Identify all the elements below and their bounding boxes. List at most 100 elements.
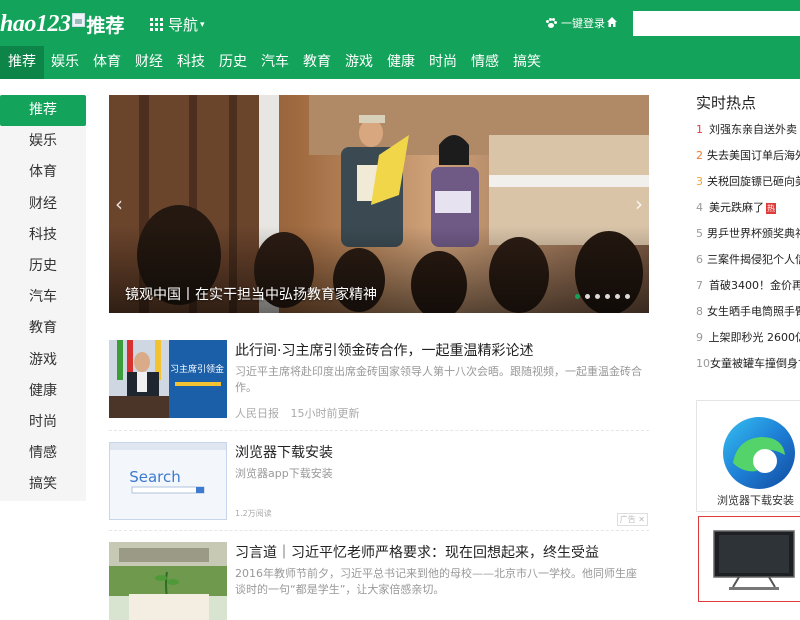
sidebar-item-sports[interactable]: 体育 [0,157,86,188]
hot-item[interactable]: 8女生晒手电筒照手臂 [696,301,800,327]
hot-rank: 6 [696,249,707,275]
tv-ad-card[interactable] [698,516,800,602]
carousel-caption[interactable]: 镜观中国丨在实干担当中弘扬教育家精神 [125,284,377,304]
browser-ad-card[interactable]: 浏览器下载安装 [696,400,800,512]
tab-emotion[interactable]: 情感 [464,46,506,79]
hot-list: 1刘强东亲自送外卖 2失去美国订单后海外 3关税回旋镖已砸向美 4美元跌麻了热 … [696,119,800,379]
tab-recommend[interactable]: 推荐 [0,46,44,79]
hot-rank: 9 [696,327,709,353]
sidebar-item-fashion[interactable]: 时尚 [0,407,86,438]
news-thumbnail: 习主席引领金 [109,340,227,418]
feed-summary: 习近平主席将赴印度出席金砖国家领导人第十八次会晤。跟随视频，一起重温金砖合作。 [235,364,645,396]
broken-image-icon [72,13,85,27]
hot-rank: 10 [696,353,710,379]
feed-meta: 人民日报 15小时前更新 [235,405,360,421]
sidebar-item-funny[interactable]: 搞笑 [0,469,86,500]
hot-item[interactable]: 2失去美国订单后海外 [696,145,800,171]
nav-menu-toggle[interactable]: 导航 ▾ [150,14,205,35]
carousel-photo [109,95,649,313]
sidebar-item-history[interactable]: 历史 [0,251,86,282]
hot-rank: 5 [696,223,707,249]
sidebar-item-tech[interactable]: 科技 [0,220,86,251]
nav-toggle-label: 导航 [168,14,198,35]
tab-tech[interactable]: 科技 [170,46,212,79]
hot-item[interactable]: 6三案件揭侵犯个人信 [696,249,800,275]
hot-rank: 2 [696,145,707,171]
hot-rank: 3 [696,171,707,197]
feed-summary: 2016年教师节前夕，习近平总书记来到他的母校——北京市八一学校。他同师生座谈时… [235,566,645,598]
carousel-prev-button[interactable]: ‹ [109,185,129,223]
hot-text: 女生晒手电筒照手臂 [707,301,800,327]
carousel-indicator [575,294,630,299]
hot-item[interactable]: 10女童被罐车撞倒身亡 [696,353,800,379]
carousel-dot[interactable] [625,294,630,299]
hot-item[interactable]: 3关税回旋镖已砸向美 [696,171,800,197]
feed-divider [109,530,649,531]
hot-text: 美元跌麻了 [709,197,764,223]
hot-rank: 1 [696,119,709,145]
hot-item[interactable]: 1刘强东亲自送外卖 [696,119,800,145]
carousel-next-button[interactable]: › [629,185,649,223]
hot-text: 上架即秒光 2600亿 [709,327,800,353]
feed-reads: 1.2万阅读 [235,508,272,519]
feed-item-news[interactable]: 习主席引领金 此行间·习主席引领金砖合作，一起重温精彩论述 习近平主席将赴印度出… [109,340,649,420]
sidebar-item-recommend[interactable]: 推荐 [0,95,86,126]
hot-item[interactable]: 5男乒世界杯颁奖典礼 [696,223,800,249]
tab-fashion[interactable]: 时尚 [422,46,464,79]
search-input[interactable] [633,11,800,36]
sidebar-item-games[interactable]: 游戏 [0,345,86,376]
carousel-dot[interactable] [595,294,600,299]
tab-entertainment[interactable]: 娱乐 [44,46,86,79]
home-icon[interactable] [606,16,618,28]
tab-sports[interactable]: 体育 [86,46,128,79]
tab-funny[interactable]: 搞笑 [506,46,548,79]
paw-icon [546,18,557,28]
hot-item[interactable]: 7首破3400！金价再 [696,275,800,301]
sidebar-item-emotion[interactable]: 情感 [0,438,86,469]
ad-label[interactable]: 广告 ✕ [617,513,648,526]
hot-badge: 热 [766,203,776,214]
feed-title[interactable]: 此行间·习主席引领金砖合作，一起重温精彩论述 [235,340,533,360]
carousel-dot[interactable] [605,294,610,299]
feed-item-news[interactable]: 习言道｜习近平忆老师严格要求：现在回想起来，终生受益 2016年教师节前夕，习近… [109,542,649,602]
one-click-login-button[interactable]: 一键登录 [546,15,605,31]
carousel-dot[interactable] [575,294,580,299]
sidebar-item-education[interactable]: 教育 [0,313,86,344]
sidebar-item-entertainment[interactable]: 娱乐 [0,126,86,157]
feed-title[interactable]: 习言道｜习近平忆老师严格要求：现在回想起来，终生受益 [235,542,599,562]
sidebar-item-finance[interactable]: 财经 [0,189,86,220]
news-thumbnail [109,542,227,620]
hot-text: 关税回旋镖已砸向美 [707,171,800,197]
feed-item-ad[interactable]: Search 浏览器下载安装 浏览器app下载安装 1.2万阅读 广告 ✕ [109,442,649,526]
carousel-dot[interactable] [585,294,590,299]
tab-finance[interactable]: 财经 [128,46,170,79]
carousel-dot[interactable] [615,294,620,299]
hot-text: 失去美国订单后海外 [707,145,800,171]
hot-item[interactable]: 4美元跌麻了热 [696,197,800,223]
channel-tab-bar: 推荐 娱乐 体育 财经 科技 历史 汽车 教育 游戏 健康 时尚 情感 搞笑 [0,46,800,79]
hot-text: 首破3400！金价再 [709,275,800,301]
hot-text: 女童被罐车撞倒身亡 [710,353,800,379]
hot-text: 男乒世界杯颁奖典礼 [707,223,800,249]
feed-summary: 浏览器app下载安装 [235,466,645,482]
hot-rank: 7 [696,275,709,301]
feed-divider [109,430,649,431]
tv-image [709,525,800,595]
channel-title: 推荐 [86,11,124,38]
edge-browser-icon [717,411,800,495]
grid-icon [150,18,163,31]
feed-title[interactable]: 浏览器下载安装 [235,442,333,462]
headline-carousel[interactable]: ‹ › 镜观中国丨在实干担当中弘扬教育家精神 [109,95,649,313]
tab-education[interactable]: 教育 [296,46,338,79]
sidebar-item-health[interactable]: 健康 [0,376,86,407]
feed-time: 15小时前更新 [291,407,360,420]
hot-item[interactable]: 9上架即秒光 2600亿 [696,327,800,353]
hot-text: 刘强东亲自送外卖 [709,119,797,145]
hot-rank: 4 [696,197,709,223]
sidebar-item-auto[interactable]: 汽车 [0,282,86,313]
tab-auto[interactable]: 汽车 [254,46,296,79]
tab-history[interactable]: 历史 [212,46,254,79]
tab-games[interactable]: 游戏 [338,46,380,79]
site-logo[interactable]: hao123 推荐 [0,10,124,38]
tab-health[interactable]: 健康 [380,46,422,79]
